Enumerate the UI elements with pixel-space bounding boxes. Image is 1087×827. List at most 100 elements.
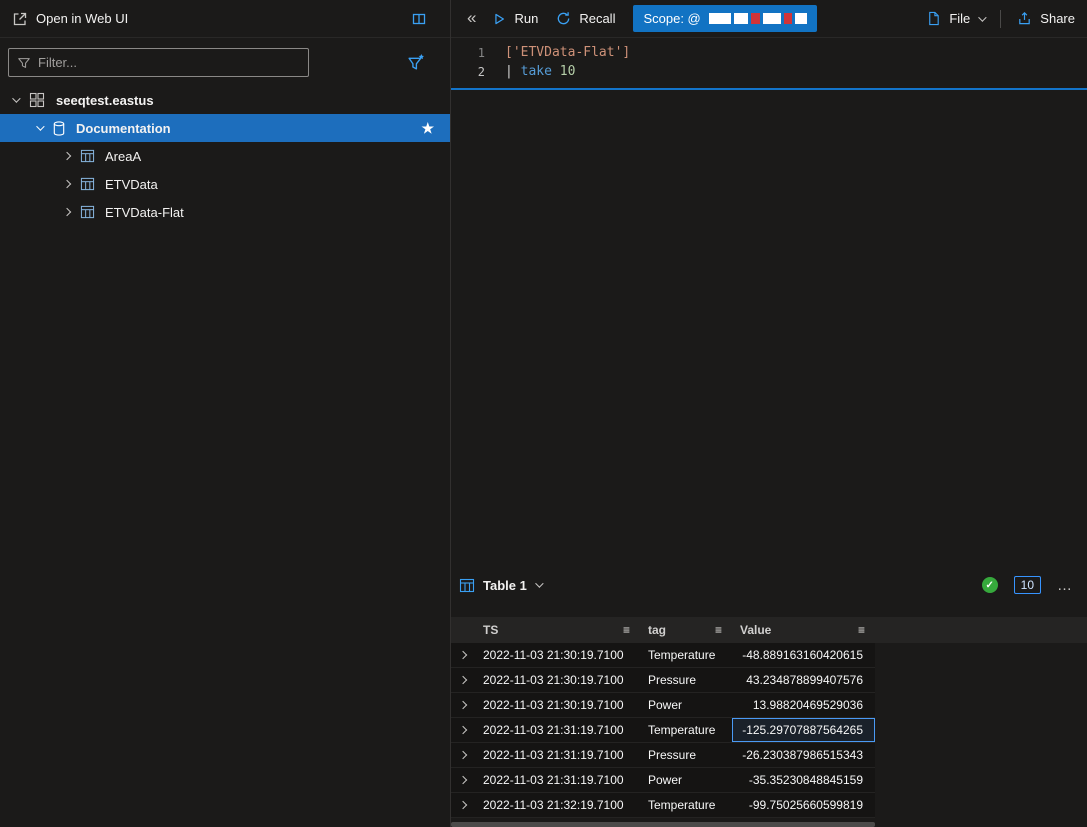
table-row[interactable]: 2022-11-03 21:32:19.7100 Temperature -99…: [451, 793, 875, 818]
cell-value[interactable]: 43.234878899407576: [732, 668, 875, 692]
collapse-sidebar-button[interactable]: «: [467, 8, 476, 28]
topbar-right: « Run Recall Scope: @: [451, 0, 1087, 37]
editor-line: 1 ['ETVData-Flat']: [451, 43, 1087, 62]
filter-row: [0, 39, 450, 86]
table-row[interactable]: 2022-11-03 21:30:19.7100 Power 13.988204…: [451, 693, 875, 718]
table-icon: [80, 177, 95, 191]
chevron-down-icon[interactable]: [535, 579, 543, 587]
filter-input[interactable]: [38, 55, 300, 70]
cell-tag[interactable]: Pressure: [640, 748, 732, 762]
toolbar-divider: [1000, 10, 1001, 28]
chevron-right-icon[interactable]: [63, 208, 71, 216]
cell-value[interactable]: -26.230387986515343: [732, 743, 875, 767]
check-glyph: ✓: [985, 580, 993, 591]
scope-label: Scope: @: [643, 11, 700, 26]
recall-label: Recall: [579, 11, 615, 26]
recall-icon: [556, 11, 571, 26]
row-expand-icon[interactable]: [459, 651, 467, 659]
expand-column-header: [451, 617, 475, 643]
table-row[interactable]: 2022-11-03 21:31:19.7100 Pressure -26.23…: [451, 743, 875, 768]
query-editor[interactable]: 1 ['ETVData-Flat'] 2 | take 10: [451, 38, 1087, 81]
cell-tag[interactable]: Temperature: [640, 723, 732, 737]
file-menu-button[interactable]: File: [926, 11, 984, 26]
cell-value-selected[interactable]: -125.29707887564265: [732, 718, 875, 742]
row-expand-icon[interactable]: [459, 801, 467, 809]
column-menu-icon[interactable]: ≡: [858, 623, 865, 637]
cell-tag[interactable]: Temperature: [640, 798, 732, 812]
cell-value[interactable]: 13.98820469529036: [732, 693, 875, 717]
cell-ts[interactable]: 2022-11-03 21:30:19.7100: [475, 698, 640, 712]
column-label: tag: [640, 623, 666, 637]
cell-ts[interactable]: 2022-11-03 21:30:19.7100: [475, 648, 640, 662]
topbar-left: Open in Web UI: [0, 0, 451, 37]
table-row[interactable]: 2022-11-03 21:30:19.7100 Temperature -48…: [451, 643, 875, 668]
recall-button[interactable]: Recall: [556, 11, 615, 26]
results-toolbar: Table 1 ✓ 10 …: [451, 565, 1087, 605]
topbar-actions: File Share: [926, 10, 1075, 28]
table-icon: [80, 205, 95, 219]
file-label: File: [949, 11, 970, 26]
more-options-button[interactable]: …: [1057, 577, 1073, 594]
row-count-badge[interactable]: 10: [1014, 576, 1041, 594]
cell-tag[interactable]: Power: [640, 698, 732, 712]
column-header-tag[interactable]: tag ≡: [640, 617, 732, 643]
tree-item-table[interactable]: ETVData: [0, 170, 450, 198]
code-text: ['ETVData-Flat']: [485, 45, 630, 60]
share-icon: [1017, 11, 1032, 26]
table-icon: [80, 149, 95, 163]
kusto-explorer-app: Open in Web UI « Run: [0, 0, 1087, 827]
cell-tag[interactable]: Power: [640, 773, 732, 787]
cell-tag[interactable]: Pressure: [640, 673, 732, 687]
row-expand-icon[interactable]: [459, 751, 467, 759]
open-in-web-ui-button[interactable]: Open in Web UI: [12, 11, 128, 27]
column-label: TS: [475, 623, 498, 637]
share-label: Share: [1040, 11, 1075, 26]
table-row[interactable]: 2022-11-03 21:31:19.7100 Temperature -12…: [451, 718, 875, 743]
chevron-right-icon[interactable]: [63, 152, 71, 160]
cell-tag[interactable]: Temperature: [640, 648, 732, 662]
cell-ts[interactable]: 2022-11-03 21:30:19.7100: [475, 673, 640, 687]
results-tab-title[interactable]: Table 1: [483, 578, 527, 593]
row-expand-icon[interactable]: [459, 726, 467, 734]
cell-value[interactable]: -99.75025660599819: [732, 793, 875, 817]
cell-value[interactable]: -35.35230848845159: [732, 768, 875, 792]
horizontal-scrollbar[interactable]: [451, 822, 875, 827]
row-expand-icon[interactable]: [459, 676, 467, 684]
tree-item-table[interactable]: AreaA: [0, 142, 450, 170]
table-row[interactable]: 2022-11-03 21:30:19.7100 Pressure 43.234…: [451, 668, 875, 693]
column-menu-icon[interactable]: ≡: [623, 623, 630, 637]
line-number: 1: [451, 46, 485, 60]
cell-ts[interactable]: 2022-11-03 21:31:19.7100: [475, 773, 640, 787]
filter-input-container: [8, 48, 309, 77]
chevron-down-icon[interactable]: [36, 122, 44, 130]
share-button[interactable]: Share: [1017, 11, 1075, 26]
chevron-right-icon[interactable]: [63, 180, 71, 188]
chevron-down-icon[interactable]: [12, 94, 20, 102]
query-success-icon: ✓: [982, 577, 998, 593]
column-menu-icon[interactable]: ≡: [715, 623, 722, 637]
cell-ts[interactable]: 2022-11-03 21:32:19.7100: [475, 798, 640, 812]
run-label: Run: [514, 11, 538, 26]
favorite-star-icon[interactable]: ★: [421, 120, 434, 137]
main-panel: 1 ['ETVData-Flat'] 2 | take 10 Table 1: [451, 38, 1087, 827]
tree-item-database-selected[interactable]: Documentation ★: [0, 114, 450, 142]
tree-item-table[interactable]: ETVData-Flat: [0, 198, 450, 226]
table-row[interactable]: 2022-11-03 21:31:19.7100 Power -35.35230…: [451, 768, 875, 793]
play-icon: [492, 12, 506, 26]
row-expand-icon[interactable]: [459, 776, 467, 784]
connections-sidebar: seeqtest.eastus Documentation ★: [0, 39, 450, 827]
results-panel: Table 1 ✓ 10 … TS ≡ tag ≡: [451, 565, 1087, 827]
split-panel-icon[interactable]: [411, 11, 427, 27]
scope-button[interactable]: Scope: @: [633, 5, 816, 32]
run-button[interactable]: Run: [492, 11, 538, 26]
favorites-filter-icon[interactable]: [407, 53, 426, 72]
column-header-ts[interactable]: TS ≡: [475, 617, 640, 643]
row-expand-icon[interactable]: [459, 701, 467, 709]
column-header-value[interactable]: Value ≡: [732, 617, 875, 643]
grid-header: TS ≡ tag ≡ Value ≡: [451, 617, 1087, 643]
cell-value[interactable]: -48.889163160420615: [732, 643, 875, 667]
cell-ts[interactable]: 2022-11-03 21:31:19.7100: [475, 748, 640, 762]
tree-item-cluster[interactable]: seeqtest.eastus: [0, 86, 450, 114]
chevron-down-icon: [978, 13, 986, 21]
cell-ts[interactable]: 2022-11-03 21:31:19.7100: [475, 723, 640, 737]
